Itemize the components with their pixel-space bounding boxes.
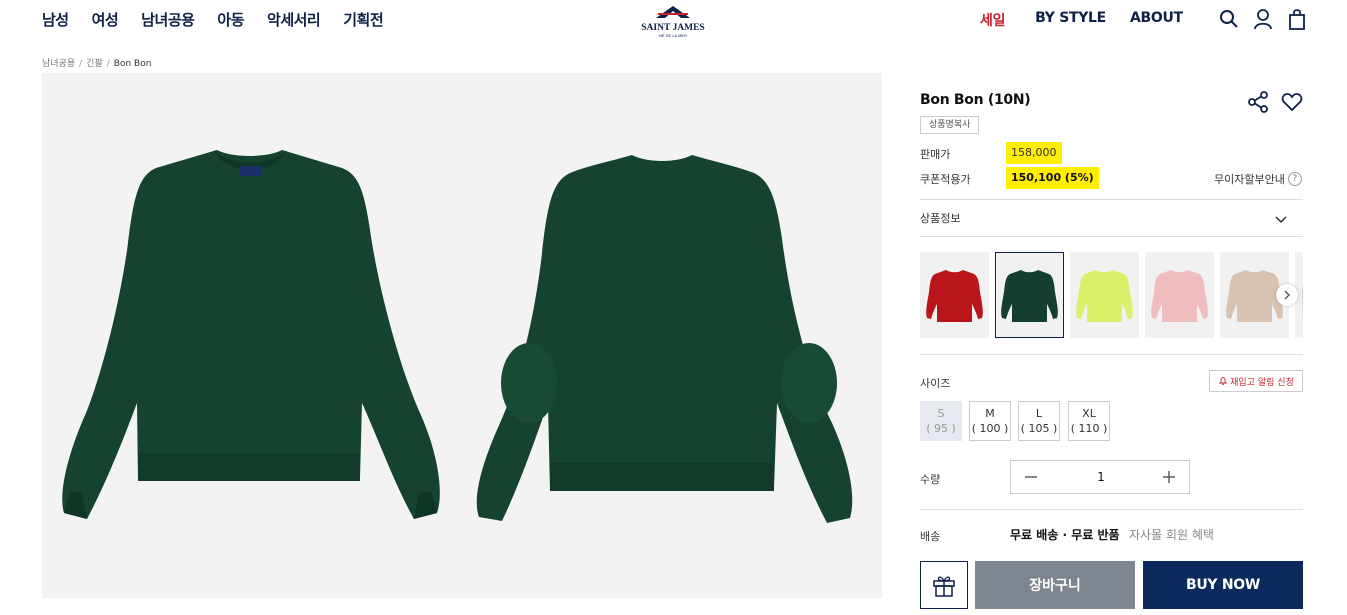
shopping-bag-icon[interactable] — [1287, 8, 1307, 30]
installment-info[interactable]: 무이자할부안내 ? — [1214, 171, 1302, 187]
nav-item-exhibition[interactable]: 기획전 — [343, 9, 383, 30]
coupon-price-value: 150,100 (5%) — [1006, 167, 1099, 189]
chevron-right-icon — [1284, 290, 1290, 300]
shipping-value: 무료 배송 · 무료 반품 — [1010, 528, 1120, 542]
svg-text:NÉ DE LA MER: NÉ DE LA MER — [659, 33, 687, 38]
brand-logo[interactable]: SAINT JAMES NÉ DE LA MER — [636, 3, 710, 39]
nav-item-sale[interactable]: 세일 — [980, 10, 1005, 30]
product-image[interactable] — [42, 73, 882, 598]
price-label: 판매가 — [920, 148, 951, 161]
divider — [920, 199, 1303, 200]
nav-item-accessories[interactable]: 악세서리 — [267, 9, 321, 30]
nav-item-men[interactable]: 남성 — [42, 9, 69, 30]
nav-item-unisex[interactable]: 남녀공용 — [141, 9, 195, 30]
main-nav: 남성 여성 남녀공용 아동 악세서리 기획전 — [42, 9, 406, 30]
sweater-front-image — [62, 150, 440, 519]
user-icon[interactable] — [1253, 8, 1273, 30]
shipping-label: 배송 — [920, 530, 941, 543]
product-title: Bon Bon (10N) — [920, 92, 1031, 108]
price-value: 158,000 — [1006, 142, 1062, 164]
bell-icon — [1219, 377, 1228, 386]
nav-item-about[interactable]: ABOUT — [1130, 10, 1183, 30]
buy-now-button[interactable]: BUY NOW — [1143, 561, 1303, 609]
breadcrumb-current: Bon Bon — [113, 59, 152, 69]
size-option-s[interactable]: S ( 95 ) — [920, 401, 962, 441]
color-swatches — [920, 252, 1303, 338]
quantity-decrease-button[interactable] — [1011, 461, 1051, 493]
breadcrumb-item[interactable]: 긴팔 — [86, 59, 103, 69]
header-icons — [1219, 8, 1307, 30]
quantity-value[interactable]: 1 — [1071, 461, 1131, 493]
breadcrumb-item[interactable]: 남녀공용 — [42, 59, 75, 69]
site-header: 남성 여성 남녀공용 아동 악세서리 기획전 SAINT JAMES NÉ DE… — [0, 0, 1347, 42]
question-icon: ? — [1287, 172, 1302, 186]
nav-item-women[interactable]: 여성 — [92, 9, 119, 30]
restock-alert-button[interactable]: 재입고 알림 신청 — [1209, 370, 1303, 392]
size-option-label: M — [985, 407, 995, 420]
swatch-next-button[interactable] — [1276, 284, 1298, 306]
plus-icon — [1163, 471, 1175, 483]
sweater-back-image — [476, 155, 853, 523]
color-swatch-lime[interactable] — [1070, 252, 1139, 338]
quantity-label: 수량 — [920, 473, 941, 486]
divider — [920, 509, 1303, 510]
divider — [920, 354, 1303, 355]
size-option-l[interactable]: L ( 105 ) — [1018, 401, 1060, 441]
size-option-label: L — [1035, 407, 1043, 420]
add-to-cart-button[interactable]: 장바구니 — [975, 561, 1135, 609]
color-swatch-pink[interactable] — [1145, 252, 1214, 338]
color-swatch-green[interactable] — [995, 252, 1064, 338]
nav-item-kids[interactable]: 아동 — [217, 9, 244, 30]
chevron-down-icon[interactable] — [1274, 212, 1288, 226]
share-icon[interactable] — [1246, 90, 1270, 114]
breadcrumb: 남녀공용 / 긴팔 / Bon Bon — [42, 59, 152, 69]
minus-icon — [1025, 476, 1037, 478]
color-swatch-red[interactable] — [920, 252, 989, 338]
size-option-xl[interactable]: XL ( 110 ) — [1068, 401, 1110, 441]
gift-icon — [933, 576, 955, 597]
size-label: 사이즈 — [920, 377, 951, 390]
divider — [920, 236, 1303, 237]
size-option-label: XL — [1082, 407, 1096, 420]
secondary-nav: 세일 BY STYLE ABOUT — [980, 10, 1207, 30]
image-pagination[interactable] — [471, 607, 505, 615]
size-option-m[interactable]: M ( 100 ) — [969, 401, 1011, 441]
coupon-price-label: 쿠폰적용가 — [920, 173, 971, 186]
heart-icon[interactable] — [1280, 90, 1304, 114]
nav-item-by-style[interactable]: BY STYLE — [1035, 10, 1106, 30]
size-option-sub: ( 100 ) — [971, 422, 1009, 435]
gift-button[interactable] — [920, 561, 968, 609]
product-info-toggle[interactable]: 상품정보 — [920, 210, 1303, 226]
size-option-sub: ( 95 ) — [926, 422, 956, 435]
shipping-sub: 자사몰 회원 혜택 — [1129, 528, 1214, 542]
search-icon[interactable] — [1219, 8, 1239, 30]
size-option-sub: ( 110 ) — [1070, 422, 1108, 435]
quantity-increase-button[interactable] — [1149, 461, 1189, 493]
restock-alert-label: 재입고 알림 신청 — [1230, 377, 1294, 388]
quantity-stepper: 1 — [1010, 460, 1190, 494]
svg-text:SAINT JAMES: SAINT JAMES — [641, 23, 704, 33]
size-option-label: S — [937, 407, 945, 420]
installment-label: 무이자할부안내 — [1214, 173, 1285, 186]
product-info-label: 상품정보 — [920, 212, 961, 225]
size-option-sub: ( 105 ) — [1020, 422, 1058, 435]
copy-name-badge[interactable]: 상품명복사 — [920, 116, 980, 134]
